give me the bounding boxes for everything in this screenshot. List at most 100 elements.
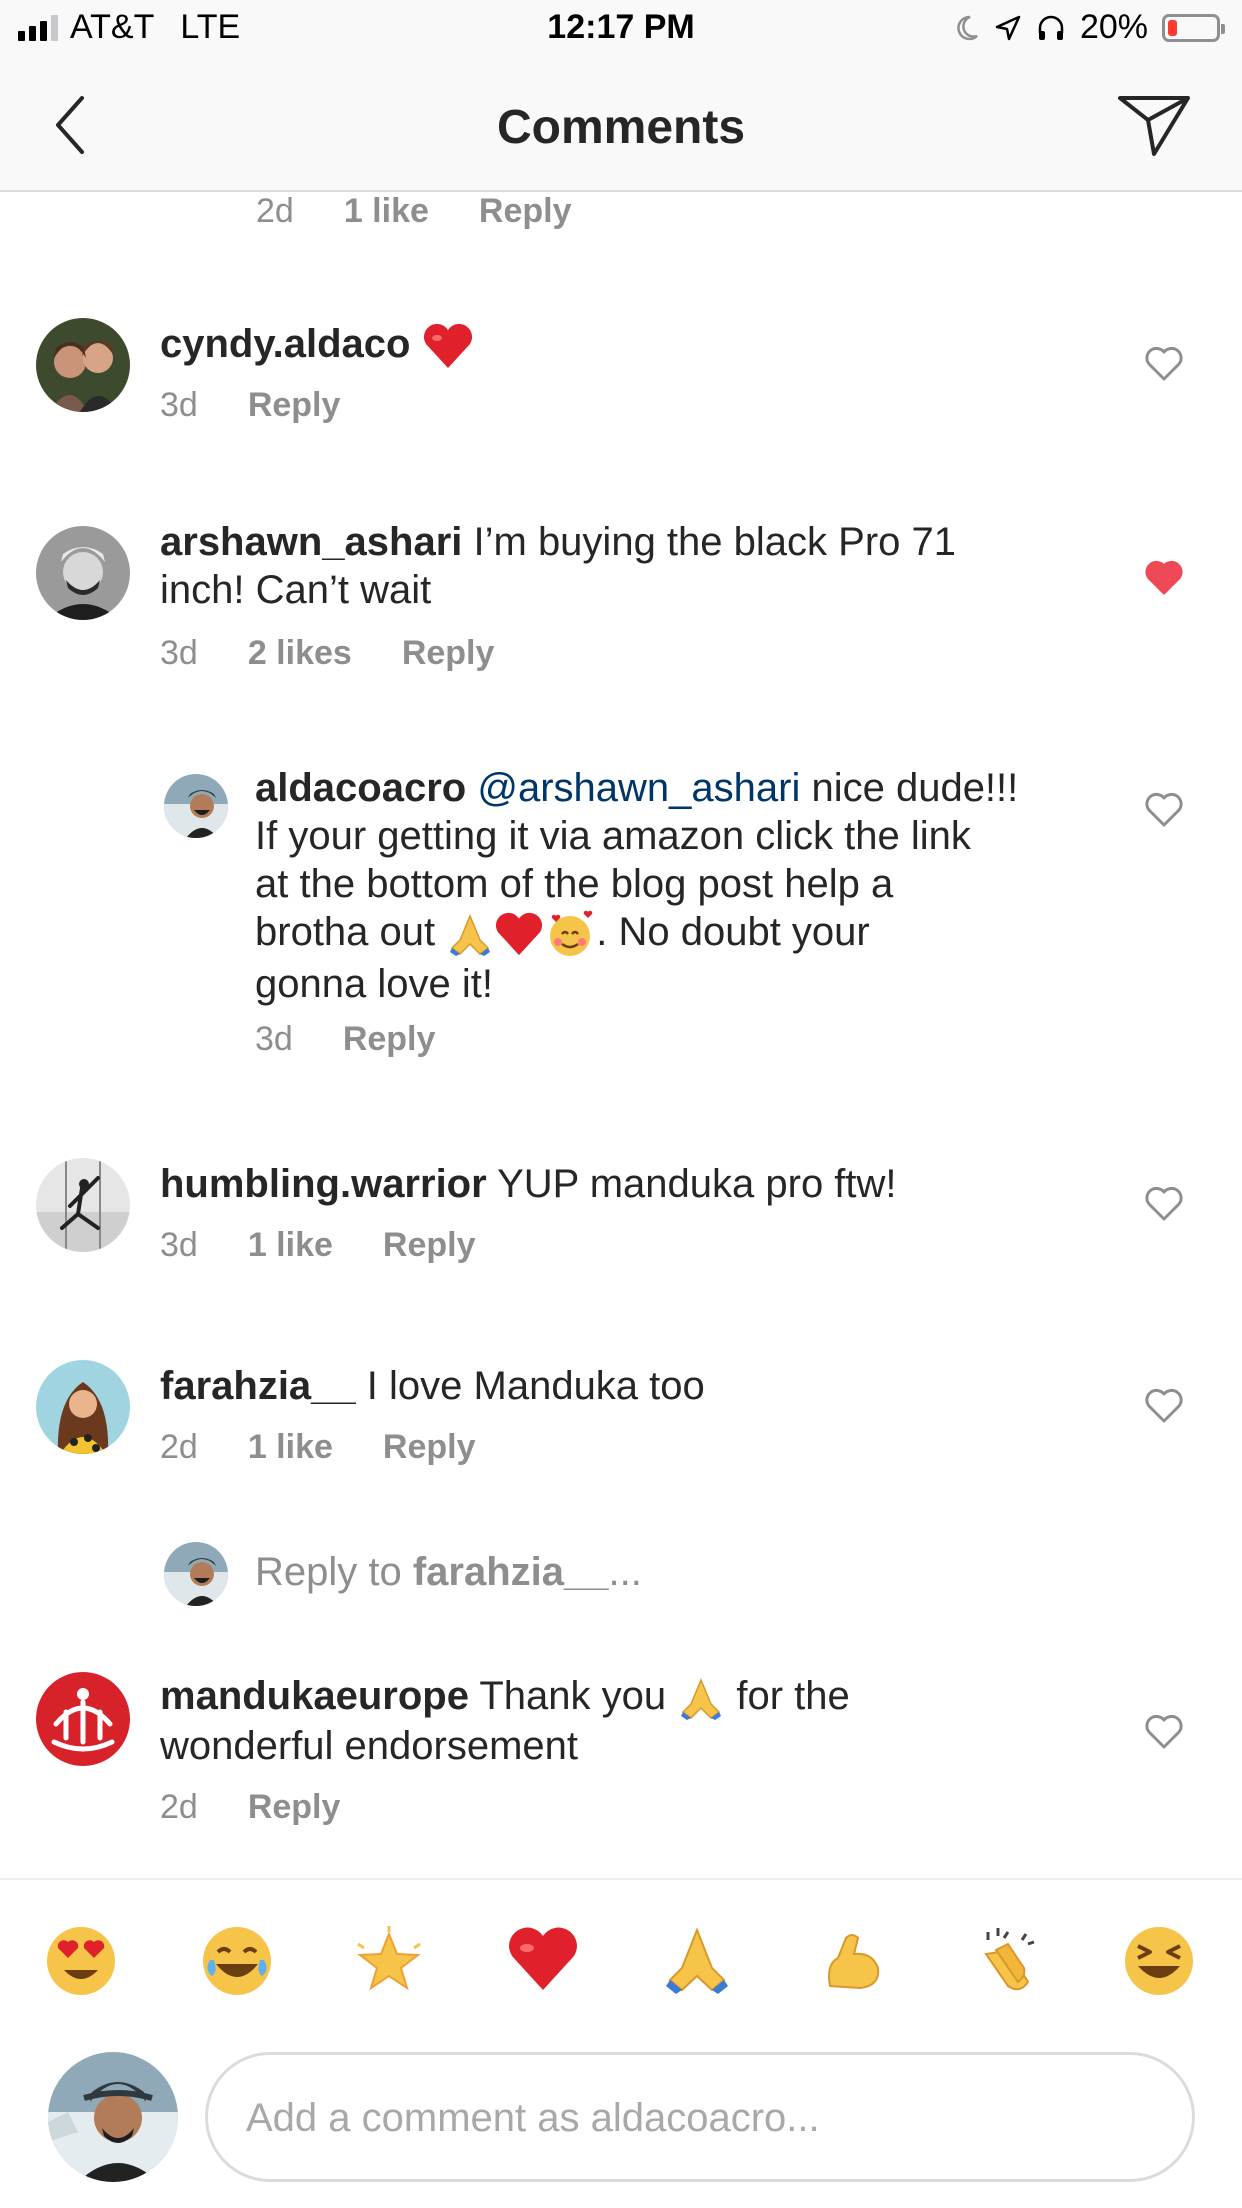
comment-body: I love Manduka too <box>355 1364 705 1408</box>
comment-username[interactable]: cyndy.aldaco <box>160 322 410 366</box>
comment-aldacoacro: aldacoacro @arshawn_ashari nice dude!!! … <box>0 764 1242 1058</box>
avatar[interactable] <box>36 1672 130 1766</box>
comment-time: 2d <box>256 192 294 230</box>
comment-body-line4: brotha out <box>255 910 447 954</box>
page-title: Comments <box>496 101 746 154</box>
comment-body: nice dude!!! <box>800 766 1019 810</box>
my-avatar <box>48 2052 178 2182</box>
headphones-icon <box>1038 15 1064 40</box>
comment-body-line2: If your getting it via amazon click the … <box>255 814 971 858</box>
comment-username[interactable]: arshawn_ashari <box>160 520 462 564</box>
comment-manduka: mandukaeurope Thank you for the wonderfu… <box>0 1672 1242 1872</box>
comment-partial: 2d 1 like Reply <box>0 192 1242 252</box>
comment-body-line3: at the bottom of the blog post help a <box>255 862 894 906</box>
comment-body-line4-cont: . No doubt your <box>596 910 870 954</box>
comment-text: aldacoacro @arshawn_ashari nice dude!!! … <box>255 764 1018 1008</box>
folded-hands-emoji <box>681 1678 722 1721</box>
reply-prompt-target: farahzia__ <box>412 1550 609 1594</box>
like-heart-icon[interactable] <box>1144 346 1184 382</box>
comment-body-cont: for the <box>725 1674 850 1718</box>
comment-input[interactable] <box>244 2055 1148 2181</box>
comment-text: farahzia__ I love Manduka too <box>160 1362 705 1410</box>
reply-prompt[interactable]: Reply to farahzia__... <box>255 1550 642 1595</box>
comment-meta: 3d 2 likes Reply <box>160 634 494 673</box>
comment-time: 2d <box>160 1428 198 1466</box>
reply-button[interactable]: Reply <box>479 192 572 231</box>
like-heart-icon[interactable] <box>1144 1186 1184 1222</box>
reply-button[interactable]: Reply <box>402 634 495 673</box>
like-heart-icon[interactable] <box>1144 1388 1184 1424</box>
comment-time: 3d <box>160 634 198 672</box>
clapping-hands-emoji-button[interactable] <box>968 1924 1042 1998</box>
status-bar: AT&T LTE 12:17 PM 20% <box>0 0 1242 64</box>
comment-meta: 3d Reply <box>255 1020 435 1059</box>
paper-plane-icon[interactable] <box>1116 90 1192 160</box>
comment-time: 3d <box>160 1226 198 1264</box>
heart-eyes-emoji-button[interactable] <box>44 1924 118 1998</box>
my-avatar-small <box>164 1542 228 1606</box>
comment-composer <box>0 2032 1242 2208</box>
comment-arshawn: arshawn_ashari I’m buying the black Pro … <box>0 518 1242 688</box>
folded-hands-emoji-button[interactable] <box>660 1924 734 1998</box>
avatar[interactable] <box>36 1158 130 1252</box>
reply-button[interactable]: Reply <box>248 386 341 425</box>
laughing-emoji-button[interactable] <box>1122 1924 1196 1998</box>
comment-meta: 3d 1 like Reply <box>160 1226 476 1265</box>
comment-username[interactable]: humbling.warrior <box>160 1162 487 1206</box>
reply-button[interactable]: Reply <box>383 1226 476 1265</box>
battery-percent: 20% <box>1079 8 1148 46</box>
location-icon <box>995 15 1021 40</box>
comment-meta: 2d 1 like Reply <box>256 192 572 231</box>
comment-cyndy: cyndy.aldaco 3d Reply <box>0 318 1242 468</box>
moon-icon <box>957 15 978 40</box>
like-heart-icon[interactable] <box>1144 792 1184 828</box>
comment-text: humbling.warrior YUP manduka pro ftw! <box>160 1160 897 1208</box>
like-heart-icon[interactable] <box>1144 1714 1184 1750</box>
battery-icon <box>1162 13 1225 42</box>
like-count[interactable]: 1 like <box>248 1428 333 1467</box>
comment-username[interactable]: farahzia__ <box>160 1364 356 1408</box>
comment-body: Thank you <box>468 1674 678 1718</box>
comment-body: YUP manduka pro ftw! <box>486 1162 897 1206</box>
red-heart-emoji-button[interactable] <box>506 1924 580 1998</box>
red-heart-emoji <box>496 913 543 956</box>
comment-username[interactable]: mandukaeurope <box>160 1674 469 1718</box>
reply-prompt-row[interactable]: Reply to farahzia__... <box>0 1542 1242 1622</box>
folded-hands-emoji <box>450 914 491 957</box>
like-count[interactable]: 1 like <box>248 1226 333 1265</box>
reply-button[interactable]: Reply <box>383 1428 476 1467</box>
status-right: 20% <box>952 8 1225 47</box>
comment-body-line5: gonna love it! <box>255 962 493 1007</box>
comment-text: arshawn_ashari I’m buying the black Pro … <box>160 518 956 614</box>
comment-body-cont: inch! Can’t wait <box>160 568 432 612</box>
reply-button[interactable]: Reply <box>248 1788 341 1827</box>
avatar[interactable] <box>36 1360 130 1454</box>
comment-body: I’m buying the black Pro 71 <box>462 520 956 564</box>
avatar[interactable] <box>36 526 130 620</box>
comment-time: 3d <box>160 386 198 424</box>
avatar[interactable] <box>36 318 130 412</box>
comments-list: 2d 1 like Reply cyndy.aldaco 3d Reply ar… <box>0 192 1242 1878</box>
glowing-star-emoji-button[interactable] <box>352 1924 426 1998</box>
flexed-biceps-emoji-button[interactable] <box>816 1924 890 1998</box>
red-heart-emoji <box>423 324 472 369</box>
avatar[interactable] <box>164 774 228 838</box>
comment-meta: 2d Reply <box>160 1788 340 1827</box>
comment-username[interactable]: aldacoacro <box>255 766 466 810</box>
like-count[interactable]: 1 like <box>344 192 429 231</box>
comment-farahzia: farahzia__ I love Manduka too 2d 1 like … <box>0 1360 1242 1510</box>
comment-text: mandukaeurope Thank you for the wonderfu… <box>160 1672 850 1770</box>
reply-button[interactable]: Reply <box>343 1020 436 1059</box>
header: Comments <box>0 64 1242 192</box>
liked-heart-icon[interactable] <box>1144 560 1184 596</box>
comment-input-container[interactable] <box>205 2052 1195 2182</box>
comment-meta: 2d 1 like Reply <box>160 1428 476 1467</box>
like-count[interactable]: 2 likes <box>248 634 352 673</box>
comment-body-line2: wonderful endorsement <box>160 1724 579 1769</box>
joy-emoji-button[interactable] <box>200 1924 274 1998</box>
reply-prompt-suffix: ... <box>608 1550 642 1594</box>
battery-level <box>1168 19 1177 36</box>
smiling-face-with-hearts-emoji <box>550 911 593 957</box>
emoji-quick-bar <box>0 1878 1242 2032</box>
mention-link[interactable]: @arshawn_ashari <box>477 766 800 810</box>
